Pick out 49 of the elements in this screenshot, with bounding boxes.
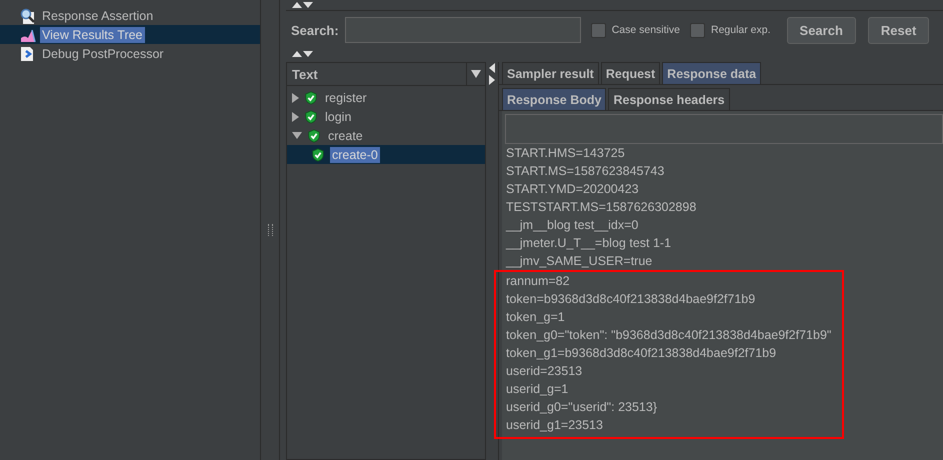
body-search-field[interactable] <box>505 114 943 144</box>
response-line: START.MS=1587623845743 <box>506 163 666 180</box>
sample-result[interactable]: register <box>323 90 369 106</box>
tree-item-label: Debug PostProcessor <box>41 46 165 62</box>
search-bar-button[interactable]: Reset <box>868 16 930 44</box>
sample-result[interactable]: create <box>326 128 365 144</box>
shield-check-icon <box>307 128 321 142</box>
tree-item-label: View Results Tree <box>40 26 145 42</box>
tab[interactable]: Request <box>600 62 660 84</box>
response-line: token_g1=b9368d3d8c40f213838d4bae9f2f71b9 <box>494 344 844 362</box>
response-line: token=b9368d3d8c40f213838d4bae9f2f71b9 <box>494 290 844 308</box>
response-line: token_g0="token": "b9368d3d8c40f213838d4bae9f2f71b9" <box>494 326 844 344</box>
response-line: rannum=82 <box>494 270 844 290</box>
response-line: userid_g=1 <box>494 380 844 398</box>
search-field[interactable] <box>344 17 581 43</box>
checkbox[interactable] <box>590 22 606 38</box>
response-line: __jm__blog test__idx=0 <box>506 217 640 234</box>
shield-check-icon <box>304 90 318 104</box>
collapse-arrows-icon[interactable] <box>489 63 495 85</box>
response-line: START.HMS=143725 <box>506 145 626 162</box>
collapse-arrows-icon[interactable] <box>292 2 313 8</box>
response-line: userid=23513 <box>494 362 844 380</box>
response-line: token_g=1 <box>494 308 844 326</box>
search-label: Search: <box>291 22 339 38</box>
magnifier-icon <box>20 8 36 24</box>
search-bar-button[interactable]: Search <box>786 16 856 44</box>
tab[interactable]: Response headers <box>608 88 730 110</box>
sample-result[interactable]: create-0 <box>330 146 380 162</box>
sample-result[interactable]: login <box>323 108 354 124</box>
response-line: __jmeter.U_T__=blog test 1-1 <box>506 235 672 252</box>
tree-item[interactable]: Response Assertion <box>0 6 260 25</box>
shield-check-icon <box>311 148 325 162</box>
response-line: START.YMD=20200423 <box>506 181 640 198</box>
tree-item[interactable]: Debug PostProcessor <box>0 44 260 63</box>
tab[interactable]: Response Body <box>502 88 606 110</box>
response-line: TESTSTART.MS=1587626302898 <box>506 199 698 216</box>
tree-item[interactable]: View Results Tree <box>0 25 260 44</box>
response-line: userid_g1=23513 <box>494 416 844 439</box>
tab[interactable]: Response data <box>662 62 762 84</box>
checkbox[interactable] <box>690 22 705 38</box>
checkbox-label: Case sensitive <box>612 24 680 36</box>
checkbox-label: Regular exp. <box>710 24 771 36</box>
shield-check-icon <box>304 110 318 124</box>
tree-item-label: Response Assertion <box>41 8 154 24</box>
document-arrow-icon <box>20 46 36 62</box>
response-line: __jmv_SAME_USER=true <box>506 253 654 270</box>
response-line: userid_g0="userid": 23513} <box>494 398 844 416</box>
renderer-dropdown[interactable]: Text <box>286 62 486 86</box>
tab[interactable]: Sampler result <box>502 62 599 84</box>
